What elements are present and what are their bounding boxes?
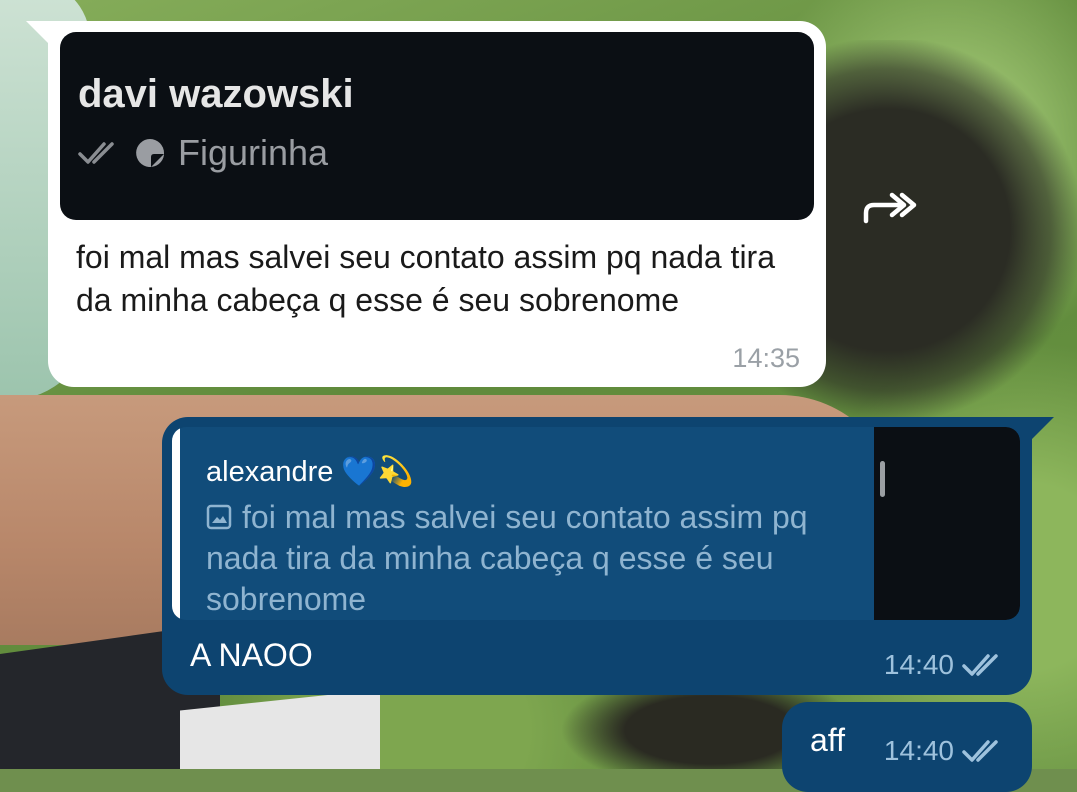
forward-button[interactable] <box>857 180 921 234</box>
quote-text: foi mal mas salvei seu contato assim pq … <box>206 499 808 617</box>
image-icon <box>206 504 232 530</box>
reply-preview-line: Figurinha <box>78 132 328 174</box>
message-meta: 14:40 <box>884 735 1006 767</box>
double-check-icon <box>78 140 122 166</box>
sticker-icon <box>134 137 166 169</box>
double-check-icon <box>962 652 1006 678</box>
quote-thumbnail <box>874 427 1020 620</box>
quote-author: alexandre 💙💫 <box>206 456 414 488</box>
message-text: aff <box>810 722 845 758</box>
reply-preview-card[interactable]: davi wazowski Figurinha <box>60 32 814 220</box>
message-meta: 14:40 <box>884 649 1006 681</box>
message-time: 14:35 <box>732 343 800 373</box>
quote-text-block: foi mal mas salvei seu contato assim pq … <box>206 497 846 620</box>
quoted-message[interactable]: alexandre 💙💫 foi mal mas salvei seu cont… <box>172 427 1020 620</box>
incoming-message-bubble[interactable]: davi wazowski Figurinha foi mal mas salv… <box>26 21 826 387</box>
forward-icon <box>860 187 918 227</box>
double-check-icon <box>962 738 1006 764</box>
outgoing-message-bubble[interactable]: aff 14:40 <box>782 702 1032 792</box>
message-time: 14:40 <box>883 735 954 766</box>
reply-sender-name: davi wazowski <box>78 72 354 116</box>
reply-preview-label: Figurinha <box>178 132 329 173</box>
message-text: A NAOO <box>190 637 313 673</box>
message-time: 14:40 <box>883 649 954 680</box>
outgoing-message-bubble[interactable]: alexandre 💙💫 foi mal mas salvei seu cont… <box>162 417 1054 695</box>
message-text: foi mal mas salvei seu contato assim pq … <box>76 239 775 318</box>
quote-accent-bar <box>172 427 180 620</box>
